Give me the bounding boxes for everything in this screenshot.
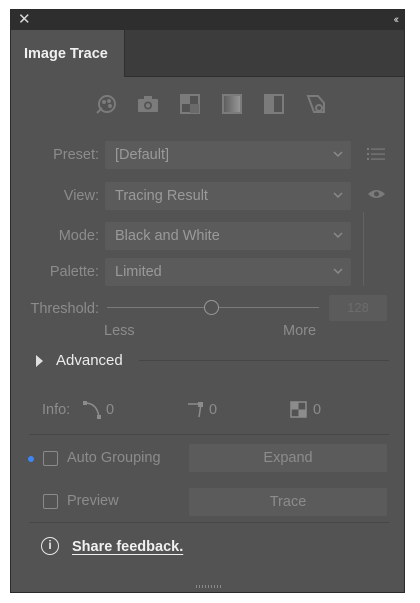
advanced-divider — [139, 360, 389, 361]
resize-grip[interactable] — [196, 585, 222, 588]
double-chevron-left-icon[interactable]: ‹‹ — [394, 11, 400, 29]
chevron-down-icon — [333, 268, 343, 275]
colors-icon — [290, 401, 307, 418]
preview-label: Preview — [67, 493, 119, 509]
chevron-down-icon — [333, 192, 343, 199]
eye-icon[interactable] — [367, 188, 386, 200]
info-paths-value: 0 — [106, 402, 115, 418]
trace-button[interactable]: Trace — [189, 488, 387, 516]
auto-color-icon[interactable] — [95, 93, 117, 115]
mode-value: Black and White — [115, 228, 220, 244]
share-feedback-link[interactable]: Share feedback. — [72, 539, 183, 555]
preset-value: [Default] — [115, 147, 169, 163]
paths-icon — [83, 401, 101, 419]
palette-label: Palette: — [49, 264, 99, 280]
preset-menu-icon[interactable] — [367, 147, 385, 161]
tab-image-trace[interactable]: Image Trace — [11, 30, 125, 77]
info-colors-value: 0 — [313, 402, 322, 418]
camera-icon[interactable] — [137, 93, 159, 115]
threshold-input[interactable]: 128 — [329, 295, 387, 321]
palette-value: Limited — [115, 264, 162, 280]
low-color-icon[interactable] — [179, 93, 201, 115]
preset-select[interactable]: [Default] — [105, 141, 351, 169]
feedback-divider — [29, 522, 389, 523]
tab-strip: Image Trace — [11, 30, 404, 77]
expand-button[interactable]: Expand — [189, 444, 387, 472]
grayscale-icon[interactable] — [221, 93, 243, 115]
anchors-icon — [188, 402, 203, 418]
black-and-white-icon[interactable] — [263, 93, 285, 115]
auto-grouping-label: Auto Grouping — [67, 450, 161, 466]
image-trace-panel: ✕ ‹‹ Image Trace Preset: [Default] View:… — [10, 9, 405, 593]
chevron-down-icon — [333, 151, 343, 158]
mode-label: Mode: — [58, 228, 99, 244]
view-label: View: — [63, 188, 99, 204]
preview-checkbox[interactable] — [43, 494, 58, 509]
disclosure-triangle-icon — [36, 355, 43, 367]
modified-indicator-dot — [28, 456, 34, 462]
threshold-label: Threshold: — [30, 301, 99, 317]
view-select[interactable]: Tracing Result — [105, 182, 351, 210]
threshold-slider-thumb[interactable] — [204, 300, 219, 315]
advanced-label: Advanced — [56, 352, 123, 369]
auto-grouping-checkbox[interactable] — [43, 451, 58, 466]
chevron-down-icon — [333, 232, 343, 239]
close-icon[interactable]: ✕ — [18, 11, 31, 29]
info-anchors-value: 0 — [209, 402, 218, 418]
view-value: Tracing Result — [115, 188, 208, 204]
threshold-more-label: More — [283, 323, 317, 339]
palette-select[interactable]: Limited — [105, 258, 351, 286]
info-label: Info: — [42, 402, 71, 418]
preset-label: Preset: — [53, 147, 99, 163]
outline-icon[interactable] — [305, 93, 327, 115]
info-icon: i — [41, 537, 59, 555]
panel-titlebar: ✕ ‹‹ — [11, 10, 404, 30]
threshold-less-label: Less — [104, 323, 135, 339]
link-bracket — [363, 212, 364, 286]
mode-select[interactable]: Black and White — [105, 222, 351, 250]
section-divider — [29, 434, 389, 435]
